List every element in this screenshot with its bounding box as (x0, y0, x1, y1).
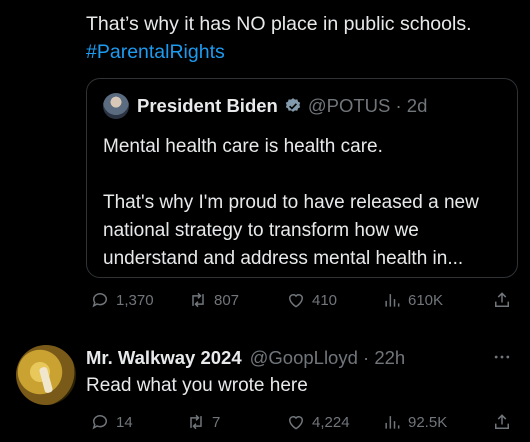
repost-count: 7 (212, 413, 221, 431)
heart-icon (288, 294, 304, 308)
reply-count: 1,370 (116, 291, 154, 309)
main-post-actions: 1,370 807 410 610K (86, 288, 516, 312)
views-icon (385, 294, 400, 307)
quoted-post-body: Mental health care is health care. That'… (103, 136, 479, 269)
author-handle-time[interactable]: @POTUS · 2d (308, 95, 428, 117)
author-handle-time[interactable]: @GoopLloyd · 22h (250, 347, 406, 369)
hashtag-link[interactable]: #ParentalRights (86, 38, 516, 66)
quoted-post-header: President Biden @POTUS · 2d (103, 93, 427, 119)
more-options-icon[interactable] (490, 345, 514, 369)
reply-post-header: Mr. Walkway 2024 @GoopLloyd · 22h (86, 345, 405, 371)
like-count: 4,224 (312, 413, 350, 431)
avatar[interactable] (103, 93, 129, 119)
avatar[interactable] (16, 345, 76, 405)
reply-count: 14 (116, 413, 133, 431)
repost-button[interactable]: 807 (188, 288, 239, 312)
view-count: 92.5K (408, 413, 448, 431)
author-name[interactable]: Mr. Walkway 2024 (86, 347, 242, 369)
views-button[interactable]: 92.5K (382, 410, 447, 434)
views-icon (385, 416, 400, 429)
reply-button[interactable]: 1,370 (90, 288, 154, 312)
share-button[interactable] (492, 288, 512, 312)
views-button[interactable]: 610K (382, 288, 443, 312)
reply-button[interactable]: 14 (90, 410, 133, 434)
author-name[interactable]: President Biden (137, 95, 278, 117)
like-button[interactable]: 4,224 (286, 410, 350, 434)
view-count: 610K (408, 291, 444, 309)
quoted-post-card[interactable]: President Biden @POTUS · 2d Mental healt… (86, 78, 518, 278)
main-post-text: That’s why it has NO place in public sch… (86, 10, 516, 66)
verified-badge-icon (284, 97, 302, 115)
share-icon (495, 292, 509, 307)
reply-icon (92, 415, 107, 430)
like-count: 410 (312, 291, 338, 309)
repost-icon (192, 292, 204, 308)
share-button[interactable] (492, 410, 512, 434)
repost-button[interactable]: 7 (186, 410, 220, 434)
main-post-body: That’s why it has NO place in public sch… (86, 13, 472, 35)
reply-icon (92, 293, 107, 308)
repost-icon (190, 414, 202, 430)
repost-count: 807 (214, 291, 240, 309)
heart-icon (288, 416, 304, 430)
reply-post-body: Read what you wrote here (86, 375, 308, 396)
reply-post-actions: 14 7 4,224 92.5K (86, 410, 516, 434)
like-button[interactable]: 410 (286, 288, 337, 312)
share-icon (495, 414, 509, 429)
